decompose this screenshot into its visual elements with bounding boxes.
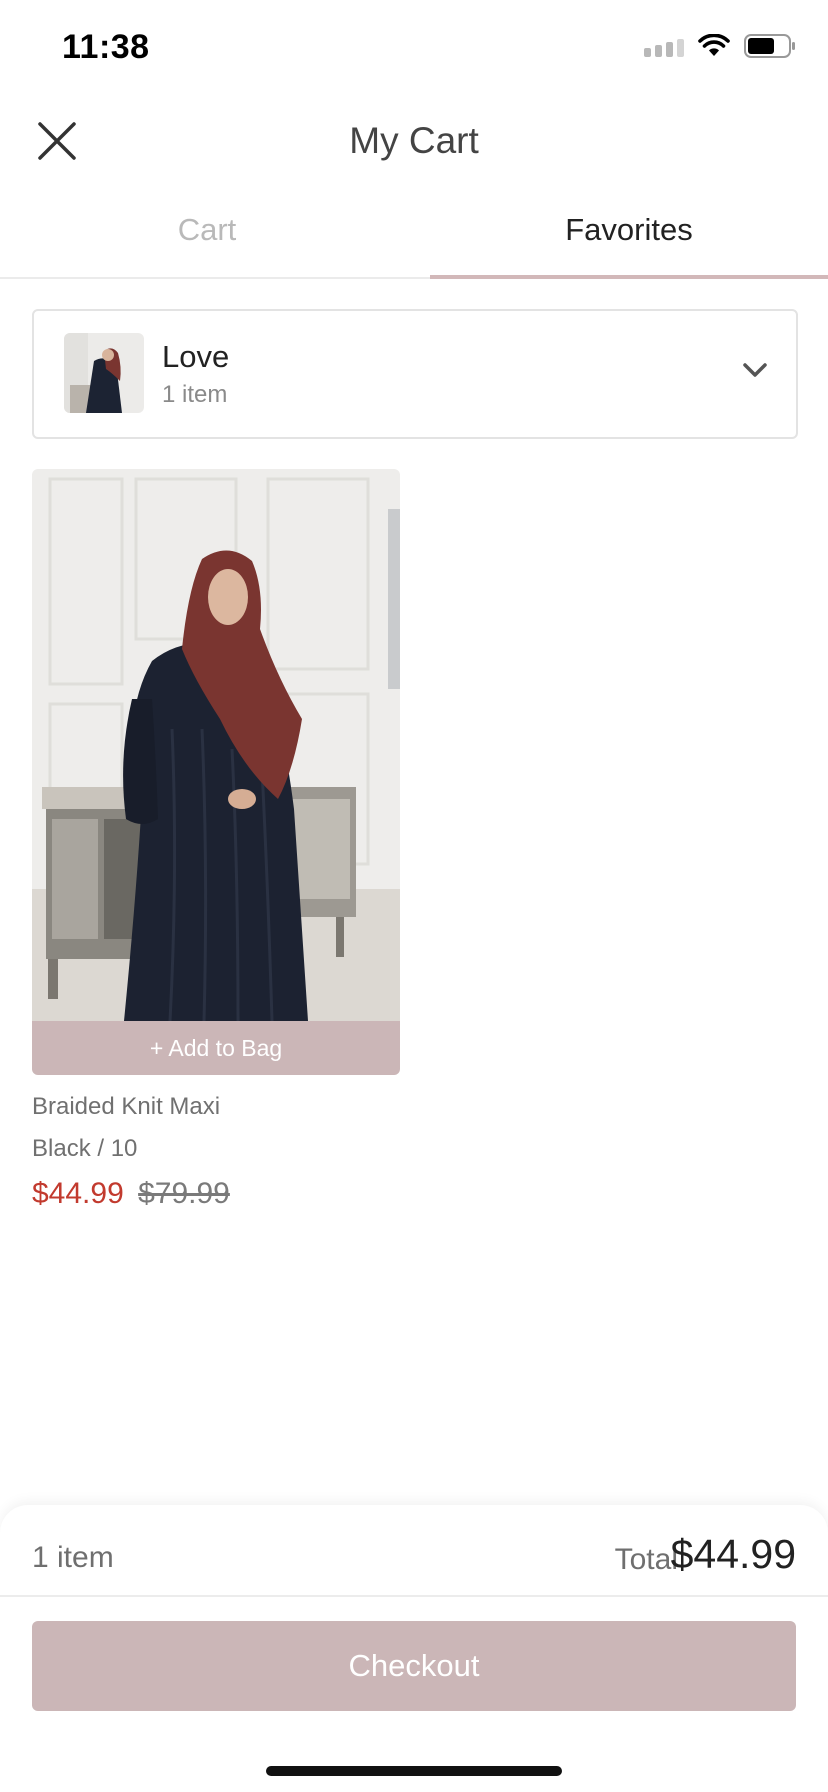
wifi-icon	[698, 34, 730, 58]
favorites-list-selector[interactable]: Love 1 item	[32, 309, 798, 439]
product-card: + Add to Bag Braided Knit Maxi Black / 1…	[32, 469, 400, 1211]
active-tab-indicator	[430, 275, 828, 279]
price-row: $44.99 $79.99	[32, 1177, 400, 1211]
divider	[0, 1595, 828, 1597]
tab-cart[interactable]: Cart	[0, 195, 414, 275]
summary-item-count: 1 item	[32, 1541, 114, 1574]
product-image[interactable]	[32, 469, 400, 1021]
status-icons	[644, 34, 796, 58]
tab-bar: Cart Favorites	[0, 195, 828, 279]
total-value: $44.99	[670, 1531, 796, 1577]
list-thumbnail	[64, 333, 144, 413]
status-bar: 11:38	[0, 0, 828, 100]
add-to-bag-button[interactable]: + Add to Bag	[32, 1021, 400, 1075]
total-label: Total	[614, 1543, 678, 1576]
product-variant: Black / 10	[32, 1135, 138, 1162]
original-price: $79.99	[138, 1177, 230, 1210]
home-indicator	[266, 1766, 562, 1776]
list-name: Love	[162, 339, 230, 374]
tab-favorites[interactable]: Favorites	[430, 195, 828, 275]
status-time: 11:38	[62, 28, 150, 66]
cart-summary: 1 item Total $44.99 Checkout	[0, 1505, 828, 1792]
product-name[interactable]: Braided Knit Maxi	[32, 1093, 400, 1121]
cellular-signal-icon	[644, 35, 684, 57]
list-item-count: 1 item	[162, 381, 228, 408]
header: My Cart	[0, 100, 828, 180]
sale-price: $44.99	[32, 1177, 124, 1210]
page-title: My Cart	[349, 120, 479, 161]
checkout-button[interactable]: Checkout	[32, 1621, 796, 1711]
battery-icon	[744, 34, 796, 58]
chevron-down-icon	[742, 361, 768, 384]
